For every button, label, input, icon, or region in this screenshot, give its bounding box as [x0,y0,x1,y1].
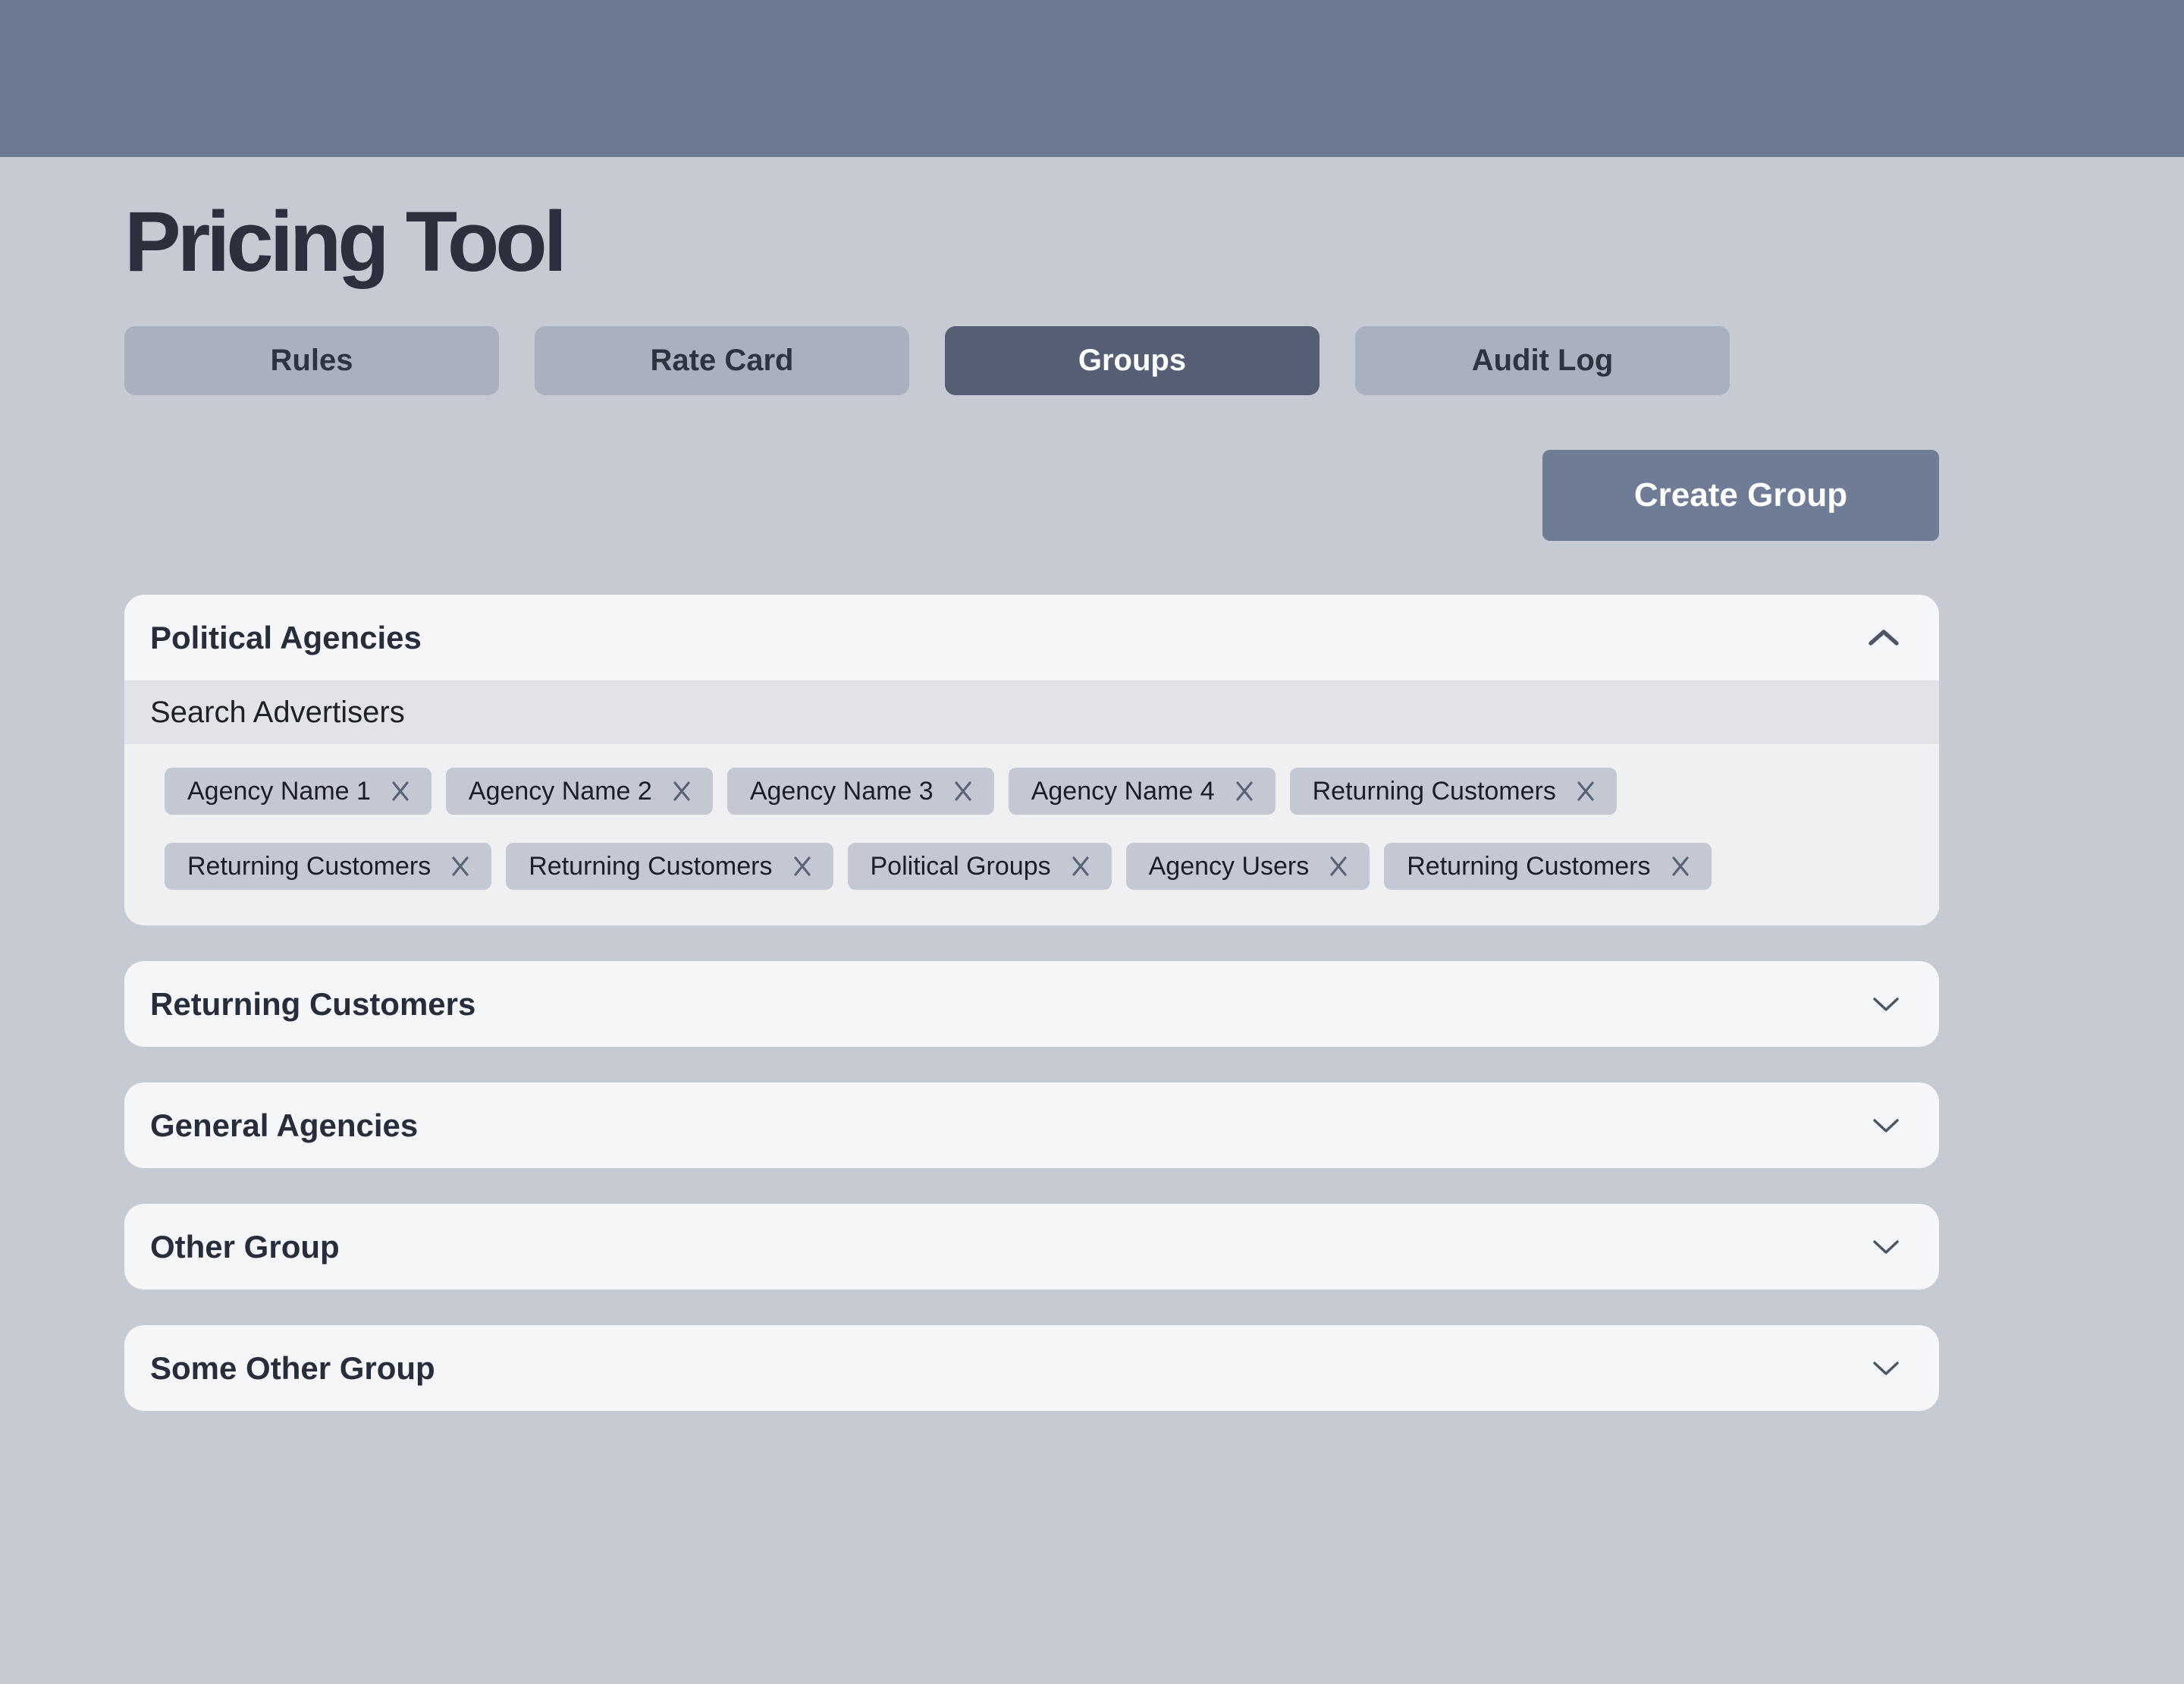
group-title: Other Group [150,1229,340,1265]
chip-label: Agency Users [1149,852,1310,881]
remove-chip-icon[interactable] [952,780,974,803]
chevron-down-icon[interactable] [1871,1359,1901,1378]
advertiser-chip: Agency Name 2 [446,768,713,815]
advertiser-chip: Agency Name 4 [1009,768,1276,815]
remove-chip-icon[interactable] [1327,855,1350,878]
advertiser-chip: Political Groups [848,843,1112,890]
tab-bar: Rules Rate Card Groups Audit Log [124,326,1939,395]
chip-label: Agency Name 4 [1031,777,1215,806]
group-title: Some Other Group [150,1350,435,1387]
chip-label: Agency Name 2 [469,777,652,806]
page-title: Pricing Tool [124,195,1939,288]
selected-advertisers: Agency Name 1 Agency Name 2 Agency Name 3 A… [124,744,1939,925]
tab-rules[interactable]: Rules [124,326,499,395]
chip-label: Returning Customers [1407,852,1650,881]
remove-chip-icon[interactable] [1574,780,1597,803]
group-card-some-other-group: Some Other Group [124,1325,1939,1411]
group-header[interactable]: Returning Customers [124,961,1939,1047]
search-advertisers-input[interactable] [124,680,1939,744]
actions-row: Create Group [124,450,1939,541]
advertiser-chip: Agency Name 1 [165,768,431,815]
chip-label: Agency Name 1 [187,777,371,806]
group-header[interactable]: General Agencies [124,1082,1939,1168]
group-list: Political Agencies Agency Name 1Agency N… [124,595,1939,1411]
group-title: General Agencies [150,1107,418,1144]
remove-chip-icon[interactable] [1069,855,1092,878]
group-card-general-agencies: General Agencies [124,1082,1939,1168]
advertiser-chip: Agency Name 3 [727,768,994,815]
remove-chip-icon[interactable] [791,855,814,878]
chip-label: Returning Customers [529,852,772,881]
group-card-returning-customers: Returning Customers [124,961,1939,1047]
remove-chip-icon[interactable] [670,780,693,803]
main-content: Pricing Tool Rules Rate Card Groups Audi… [124,195,1939,1411]
chip-label: Returning Customers [187,852,431,881]
remove-chip-icon[interactable] [1233,780,1256,803]
chevron-down-icon[interactable] [1871,994,1901,1014]
tab-groups[interactable]: Groups [945,326,1320,395]
chip-label: Political Groups [871,852,1051,881]
chips-row: Agency Name 1 Agency Name 2 Agency Name 3 A… [165,768,1903,815]
advertiser-chip: Returning Customers [506,843,833,890]
chevron-up-icon[interactable] [1866,627,1901,649]
group-card-political-agencies: Political Agencies Agency Name 1Agency N… [124,595,1939,925]
chip-label: Returning Customers [1313,777,1556,806]
remove-chip-icon[interactable] [389,780,412,803]
remove-chip-icon[interactable] [449,855,472,878]
chevron-down-icon[interactable] [1871,1116,1901,1136]
top-bar [0,0,2184,157]
create-group-button[interactable]: Create Group [1542,450,1939,541]
tab-audit-log[interactable]: Audit Log [1355,326,1730,395]
advertiser-chip: Returning Customers [165,843,491,890]
remove-chip-icon[interactable] [1669,855,1692,878]
group-header[interactable]: Political Agencies [124,595,1939,680]
chevron-down-icon[interactable] [1871,1237,1901,1257]
group-header[interactable]: Some Other Group [124,1325,1939,1411]
advertiser-chip: Returning Customers [1290,768,1617,815]
tab-rate-card[interactable]: Rate Card [535,326,909,395]
group-card-other-group: Other Group [124,1204,1939,1290]
group-title: Political Agencies [150,620,422,656]
advertiser-search-row [124,680,1939,744]
chip-label: Agency Name 3 [750,777,934,806]
group-header[interactable]: Other Group [124,1204,1939,1290]
advertiser-chip: Returning Customers [1384,843,1711,890]
chips-row: Returning Customers Returning Customers Po… [165,843,1903,890]
group-title: Returning Customers [150,986,475,1023]
advertiser-chip: Agency Users [1126,843,1370,890]
